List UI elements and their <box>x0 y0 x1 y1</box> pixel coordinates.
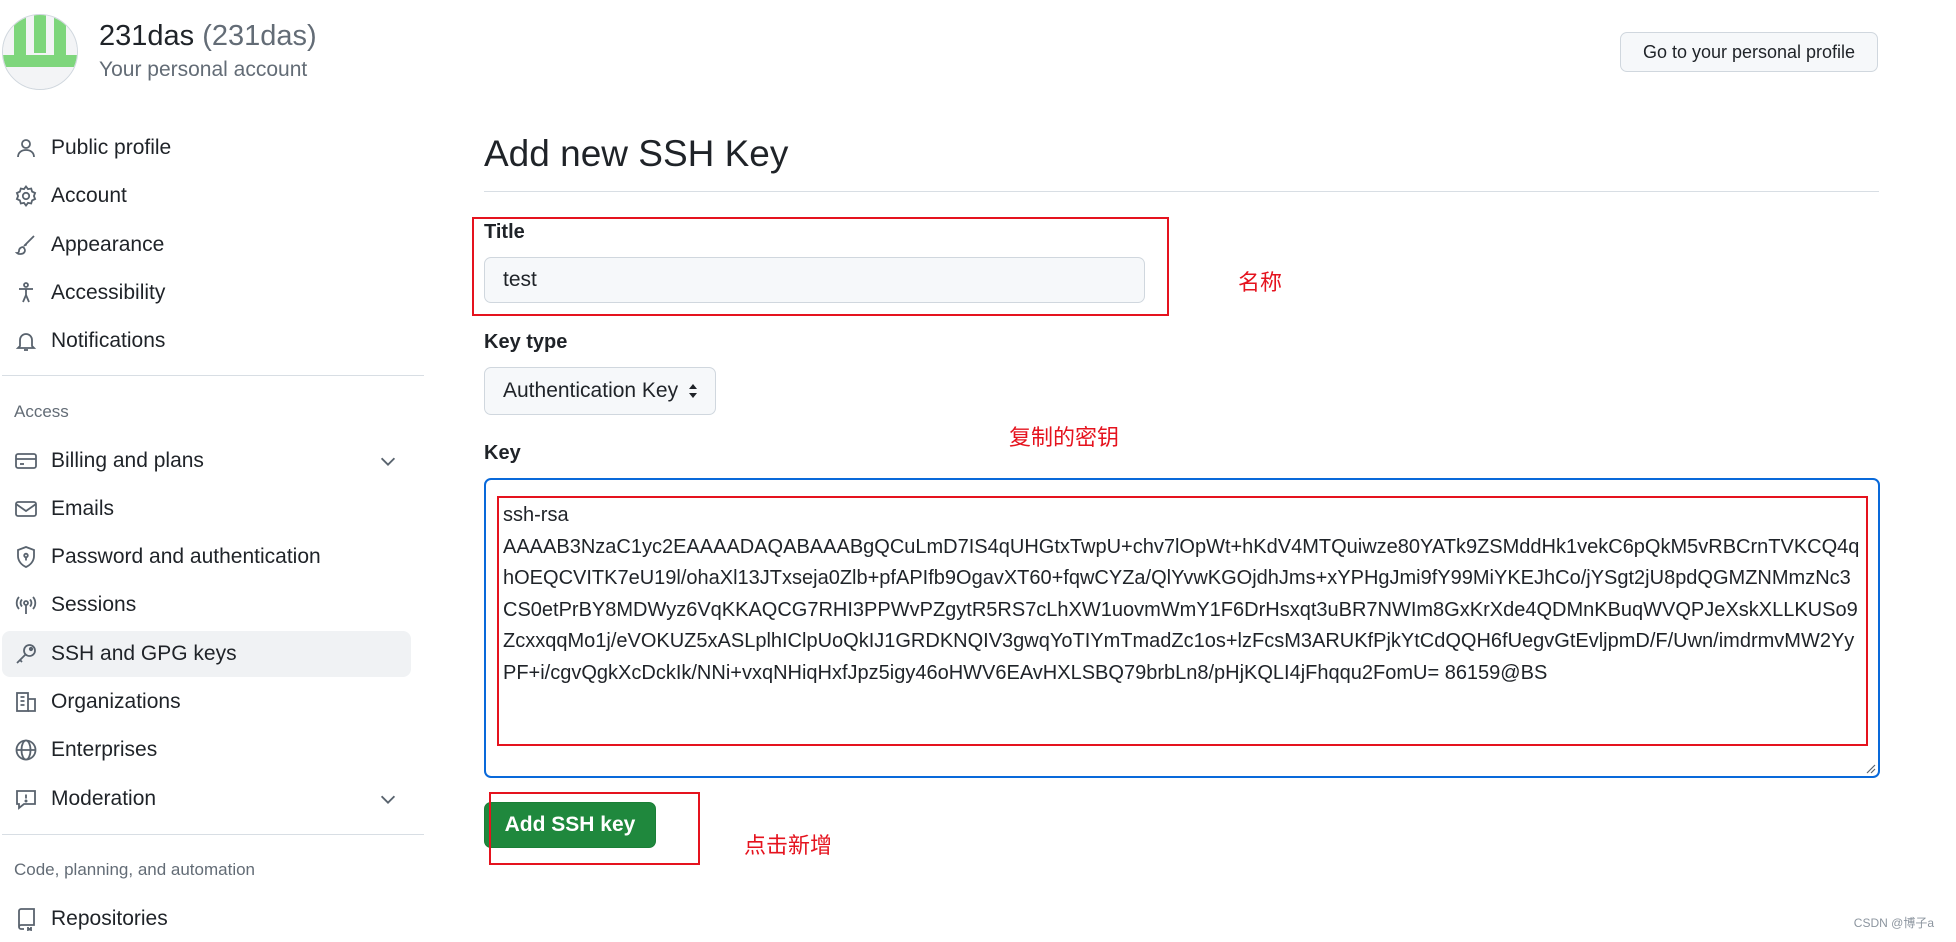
go-to-profile-button[interactable]: Go to your personal profile <box>1620 32 1878 72</box>
identicon-image <box>3 15 77 89</box>
sidebar-item-label: Notifications <box>51 329 166 352</box>
sidebar-item-label: Accessibility <box>51 281 166 304</box>
key-type-label: Key type <box>484 331 568 353</box>
sidebar-item-enterprises[interactable]: Enterprises <box>2 727 411 773</box>
bell-icon <box>13 328 39 354</box>
annotation-name-note: 名称 <box>1238 271 1283 296</box>
key-type-select[interactable]: Authentication Key <box>484 367 716 415</box>
annotation-click-note: 点击新增 <box>744 834 833 859</box>
avatar <box>2 14 78 90</box>
sidebar-item-accessibility[interactable]: Accessibility <box>2 270 411 316</box>
key-icon <box>13 641 39 667</box>
account-username: 231das <box>99 20 195 52</box>
sidebar-item-notifications[interactable]: Notifications <box>2 318 411 364</box>
person-icon <box>13 135 39 161</box>
sidebar-item-moderation[interactable]: Moderation <box>2 776 411 822</box>
annotation-box-key <box>497 496 1868 746</box>
sidebar-item-sessions[interactable]: Sessions <box>2 582 411 628</box>
sidebar-item-label: Organizations <box>51 690 181 713</box>
title-divider <box>484 191 1879 192</box>
account-name: 231das (231das) <box>99 20 317 53</box>
chevron-down-icon[interactable] <box>377 788 399 810</box>
sidebar-item-label: Repositories <box>51 907 168 930</box>
sidebar-item-label: Account <box>51 184 127 207</box>
sidebar-item-emails[interactable]: Emails <box>2 486 411 532</box>
annotation-box-submit <box>489 792 700 865</box>
repo-icon <box>13 906 39 932</box>
account-subtitle: Your personal account <box>99 58 308 81</box>
sidebar-item-ssh-gpg-keys[interactable]: SSH and GPG keys <box>2 631 411 677</box>
organization-icon <box>13 689 39 715</box>
sidebar-item-label: Billing and plans <box>51 449 204 472</box>
sidebar-item-appearance[interactable]: Appearance <box>2 222 411 268</box>
accessibility-icon <box>13 280 39 306</box>
mail-icon <box>13 496 39 522</box>
key-label: Key <box>484 442 521 464</box>
sidebar-divider <box>2 834 424 835</box>
page-title: Add new SSH Key <box>484 133 789 174</box>
sidebar-item-password-authentication[interactable]: Password and authentication <box>2 534 411 580</box>
sidebar-item-organizations[interactable]: Organizations <box>2 679 411 725</box>
annotation-key-note: 复制的密钥 <box>1009 426 1120 451</box>
select-caret-icon <box>689 384 697 398</box>
globe-icon <box>13 737 39 763</box>
section-label-code-planning: Code, planning, and automation <box>14 860 256 879</box>
gear-icon <box>13 183 39 209</box>
credit-card-icon <box>13 448 39 474</box>
watermark: CSDN @博子a <box>1853 916 1934 930</box>
report-icon <box>13 786 39 812</box>
sidebar-item-label: Emails <box>51 497 115 520</box>
sidebar-item-account[interactable]: Account <box>2 173 411 219</box>
sidebar-item-label: Enterprises <box>51 738 158 761</box>
sidebar-item-label: SSH and GPG keys <box>51 642 237 665</box>
shield-lock-icon <box>13 544 39 570</box>
sidebar-item-label: Moderation <box>51 787 157 810</box>
paintbrush-icon <box>13 232 39 258</box>
account-handle: (231das) <box>202 20 317 52</box>
broadcast-icon <box>13 592 39 618</box>
sidebar-item-repositories[interactable]: Repositories <box>2 896 411 942</box>
sidebar-item-public-profile[interactable]: Public profile <box>2 125 411 171</box>
section-label-access: Access <box>14 402 69 421</box>
sidebar-item-label: Public profile <box>51 136 172 159</box>
sidebar-item-label: Appearance <box>51 233 165 256</box>
resize-handle-icon[interactable] <box>1864 762 1876 774</box>
sidebar-item-label: Password and authentication <box>51 545 321 568</box>
annotation-box-title <box>472 217 1169 316</box>
sidebar-item-billing[interactable]: Billing and plans <box>2 438 411 484</box>
sidebar-divider <box>2 375 424 376</box>
chevron-down-icon[interactable] <box>377 450 399 472</box>
key-type-value: Authentication Key <box>503 379 679 402</box>
sidebar-item-label: Sessions <box>51 593 137 616</box>
